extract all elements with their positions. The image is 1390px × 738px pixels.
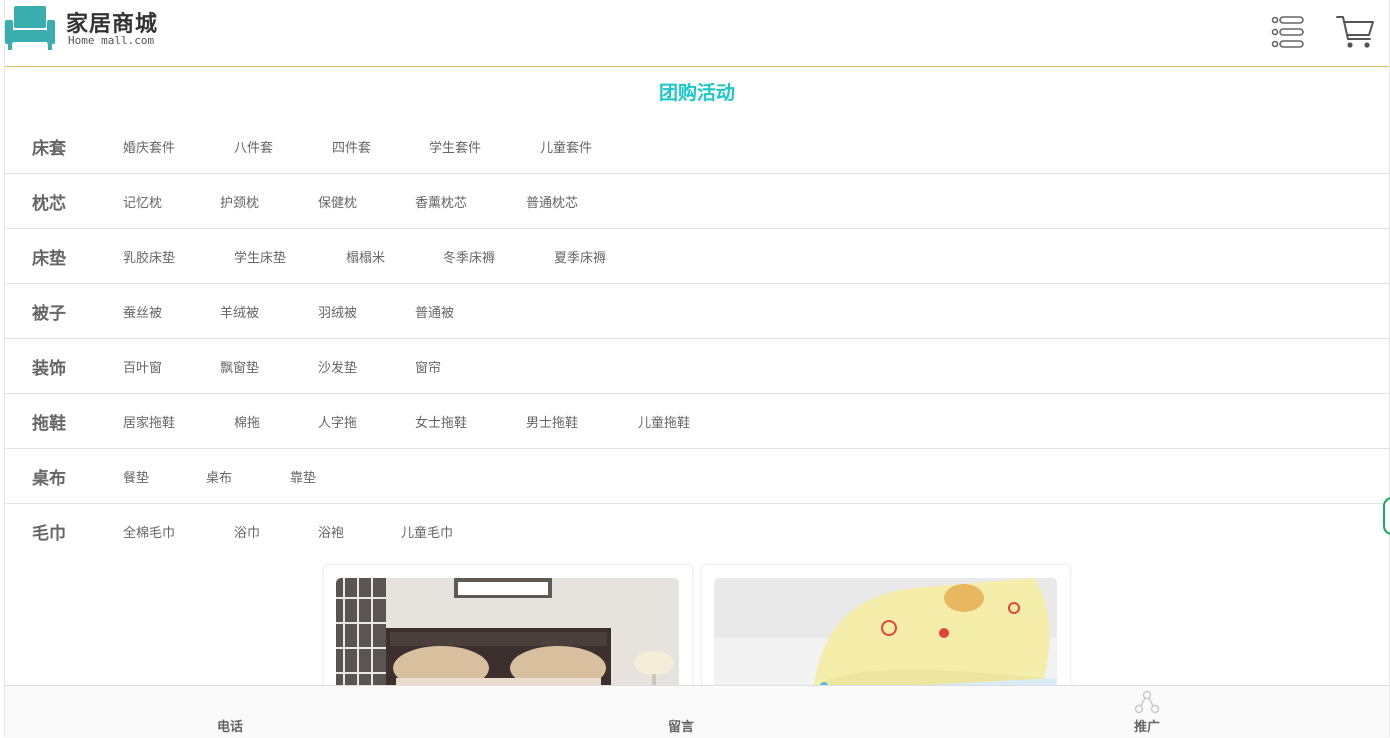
category-row-slippers: 拖鞋 居家拖鞋 棉拖 人字拖 女士拖鞋 男士拖鞋 儿童拖鞋	[5, 394, 1389, 449]
category-item[interactable]: 冬季床褥	[443, 247, 554, 266]
category-item[interactable]: 全棉毛巾	[123, 522, 234, 541]
list-menu-icon[interactable]	[1271, 14, 1305, 50]
category-name[interactable]: 被子	[32, 299, 66, 324]
category-row-pillows: 枕芯 记忆枕 护颈枕 保健枕 香薰枕芯 普通枕芯	[5, 174, 1389, 229]
category-item[interactable]: 夏季床褥	[554, 247, 606, 266]
header: 家居商城 Home mall.com	[5, 0, 1389, 67]
category-row-decorations: 装饰 百叶窗 飘窗垫 沙发垫 窗帘	[5, 339, 1389, 394]
bottom-nav: 电话 留言 推广	[5, 685, 1389, 738]
floating-side-button[interactable]	[1383, 497, 1390, 535]
brand-subtitle: Home mall.com	[68, 34, 155, 47]
category-item[interactable]: 四件套	[332, 137, 429, 156]
category-item[interactable]: 八件套	[234, 137, 332, 156]
bottom-nav-message[interactable]: 留言	[668, 716, 694, 735]
category-item[interactable]: 榻榻米	[346, 247, 443, 266]
category-item[interactable]: 浴袍	[318, 522, 401, 541]
category-item[interactable]: 普通枕芯	[526, 192, 578, 211]
shopping-cart-icon[interactable]	[1335, 12, 1375, 52]
category-row-tablecloths: 桌布 餐垫 桌布 靠垫	[5, 449, 1389, 504]
category-row-towels: 毛巾 全棉毛巾 浴巾 浴袍 儿童毛巾	[5, 504, 1389, 558]
category-item[interactable]: 窗帘	[415, 357, 441, 376]
category-item[interactable]: 飘窗垫	[220, 357, 318, 376]
category-item[interactable]: 儿童套件	[540, 137, 592, 156]
category-row-quilts: 被子 蚕丝被 羊绒被 羽绒被 普通被	[5, 284, 1389, 339]
category-row-bedding-sets: 床套 婚庆套件 八件套 四件套 学生套件 儿童套件	[5, 119, 1389, 174]
category-name[interactable]: 桌布	[32, 464, 66, 489]
bottom-nav-promote[interactable]: 推广	[1134, 716, 1160, 735]
category-item[interactable]: 餐垫	[123, 467, 206, 486]
category-item[interactable]: 香薰枕芯	[415, 192, 526, 211]
bottom-nav-phone[interactable]: 电话	[217, 716, 243, 735]
category-item[interactable]: 羽绒被	[318, 302, 415, 321]
category-item[interactable]: 棉拖	[234, 412, 318, 431]
category-name[interactable]: 床套	[32, 134, 66, 159]
category-item[interactable]: 普通被	[415, 302, 454, 321]
share-network-icon[interactable]	[1134, 690, 1160, 714]
category-list: 床套 婚庆套件 八件套 四件套 学生套件 儿童套件 枕芯 记忆枕 护颈枕 保健枕…	[5, 119, 1389, 558]
category-item[interactable]: 人字拖	[318, 412, 415, 431]
category-item[interactable]: 桌布	[206, 467, 290, 486]
category-item[interactable]: 羊绒被	[220, 302, 318, 321]
category-item[interactable]: 乳胶床垫	[123, 247, 234, 266]
category-item[interactable]: 百叶窗	[123, 357, 220, 376]
category-item[interactable]: 保健枕	[318, 192, 415, 211]
category-item[interactable]: 记忆枕	[123, 192, 220, 211]
category-name[interactable]: 毛巾	[32, 519, 66, 544]
category-name[interactable]: 装饰	[32, 354, 66, 379]
category-item[interactable]: 居家拖鞋	[123, 412, 234, 431]
category-item[interactable]: 女士拖鞋	[415, 412, 526, 431]
page: 家居商城 Home mall.com 团购活动 床套 婚庆套件 八件套 四件套 …	[4, 0, 1390, 738]
category-item[interactable]: 儿童拖鞋	[638, 412, 690, 431]
group-buy-title: 团购活动	[658, 82, 735, 104]
category-name[interactable]: 拖鞋	[32, 409, 66, 434]
category-item[interactable]: 男士拖鞋	[526, 412, 638, 431]
category-name[interactable]: 床垫	[32, 244, 66, 269]
category-item[interactable]: 学生床垫	[234, 247, 346, 266]
category-row-mattresses: 床垫 乳胶床垫 学生床垫 榻榻米 冬季床褥 夏季床褥	[5, 229, 1389, 284]
category-item[interactable]: 浴巾	[234, 522, 318, 541]
category-name[interactable]: 枕芯	[32, 189, 66, 214]
category-item[interactable]: 蚕丝被	[123, 302, 220, 321]
category-item[interactable]: 学生套件	[429, 137, 540, 156]
category-item[interactable]: 婚庆套件	[123, 137, 234, 156]
category-item[interactable]: 靠垫	[290, 467, 316, 486]
category-item[interactable]: 儿童毛巾	[401, 522, 453, 541]
sofa-logo-icon[interactable]	[5, 6, 55, 50]
category-item[interactable]: 护颈枕	[220, 192, 318, 211]
category-item[interactable]: 沙发垫	[318, 357, 415, 376]
